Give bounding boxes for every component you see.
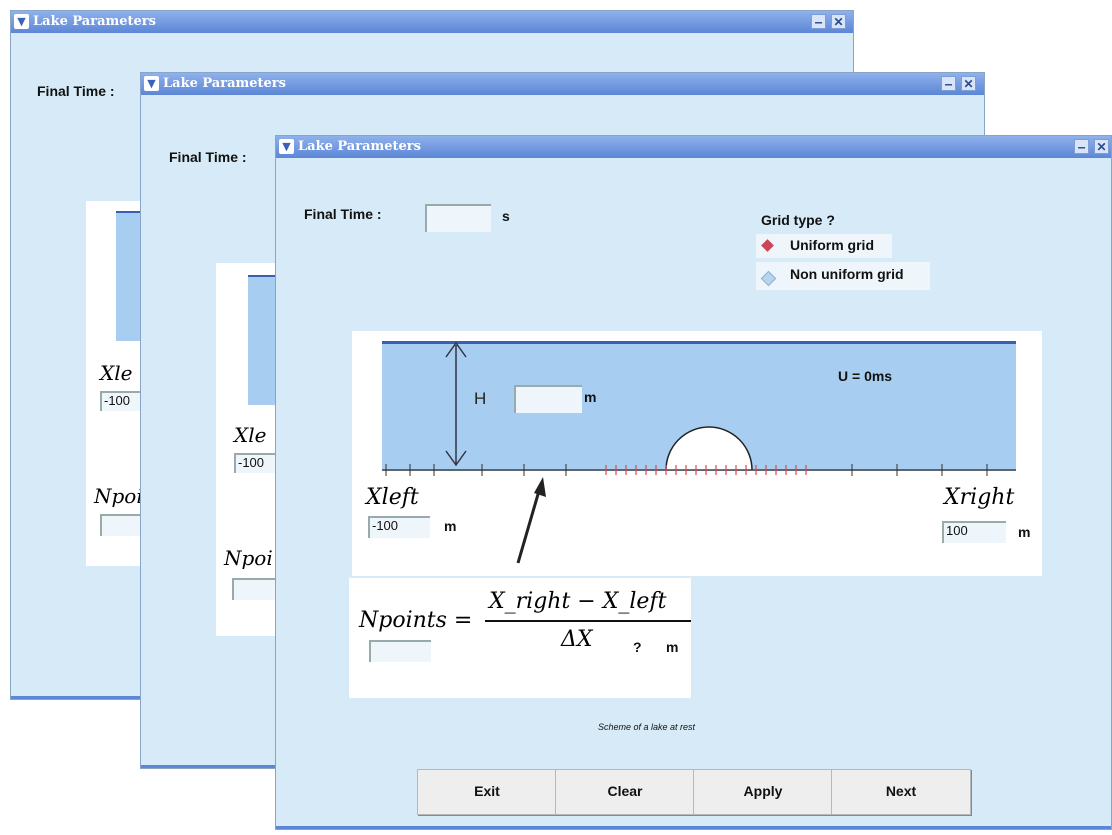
lake-scheme-panel: H m U = 0ms Xleft -100 m Xright 100 m (352, 331, 1042, 576)
titlebar[interactable]: ▼ Lake Parameters ‒ ✕ (276, 136, 1111, 158)
exit-button[interactable]: Exit (417, 769, 557, 815)
formula-lhs: Npoints = (359, 608, 473, 633)
window-menu-icon[interactable]: ▼ (14, 14, 29, 29)
radio-selected-icon[interactable] (761, 239, 774, 252)
close-icon[interactable]: ✕ (1094, 139, 1109, 154)
final-time-label: Final Time : (304, 206, 382, 222)
xleft-unit: m (444, 518, 457, 534)
final-time-unit: s (502, 208, 510, 224)
minimize-icon[interactable]: ‒ (811, 14, 826, 29)
front-window: ▼ Lake Parameters ‒ ✕ Final Time : s Gri… (275, 135, 1112, 830)
xright-unit: m (1018, 524, 1031, 540)
formula-denominator: ΔX (561, 627, 593, 652)
grid-type-label: Grid type ? (761, 212, 835, 228)
window-title: Lake Parameters (163, 76, 286, 91)
xright-label: Xright (944, 485, 1015, 510)
titlebar[interactable]: ▼ Lake Parameters ‒ ✕ (11, 11, 853, 33)
h-input[interactable] (514, 385, 582, 413)
minimize-icon[interactable]: ‒ (1074, 139, 1089, 154)
apply-button[interactable]: Apply (693, 769, 833, 815)
grid-option-uniform[interactable]: Uniform grid (756, 234, 892, 258)
scheme-caption: Scheme of a lake at rest (598, 722, 696, 732)
xleft-label: Xle (234, 423, 267, 447)
window-menu-icon[interactable]: ▼ (144, 76, 159, 91)
h-unit: m (584, 389, 597, 405)
final-time-label: Final Time : (169, 149, 247, 165)
dx-value: ? (633, 639, 642, 655)
minimize-icon[interactable]: ‒ (941, 76, 956, 91)
formula-numerator: X_right − X_left (489, 589, 667, 614)
next-button[interactable]: Next (831, 769, 971, 815)
npoints-label: Npoi (94, 484, 143, 508)
close-icon[interactable]: ✕ (831, 14, 846, 29)
xleft-label: Xleft (366, 485, 419, 510)
radio-unselected-icon[interactable] (760, 270, 777, 287)
velocity-label: U = 0ms (838, 368, 893, 384)
grid-option-label: Non uniform grid (790, 266, 904, 282)
lake-scheme-drawing (382, 341, 1016, 564)
dx-unit: m (666, 639, 679, 655)
clear-button[interactable]: Clear (555, 769, 695, 815)
window-title: Lake Parameters (33, 14, 156, 29)
window-menu-icon[interactable]: ▼ (279, 139, 294, 154)
xleft-input[interactable]: -100 (368, 516, 430, 538)
grid-option-label: Uniform grid (790, 237, 874, 253)
npoints-formula-panel: Npoints = X_right − X_left ΔX ? m (349, 578, 691, 698)
xleft-label: Xle (100, 361, 133, 385)
xright-input[interactable]: 100 (942, 521, 1006, 543)
grid-option-nonuniform[interactable]: Non uniform grid (756, 262, 930, 290)
npoints-input[interactable] (369, 640, 431, 662)
window-title: Lake Parameters (298, 139, 421, 154)
titlebar[interactable]: ▼ Lake Parameters ‒ ✕ (141, 73, 984, 95)
npoints-label: Npoi (224, 546, 273, 570)
h-label: H (474, 389, 487, 408)
fraction-bar (485, 620, 691, 622)
close-icon[interactable]: ✕ (961, 76, 976, 91)
final-time-label: Final Time : (37, 83, 115, 99)
final-time-input[interactable] (425, 204, 491, 232)
